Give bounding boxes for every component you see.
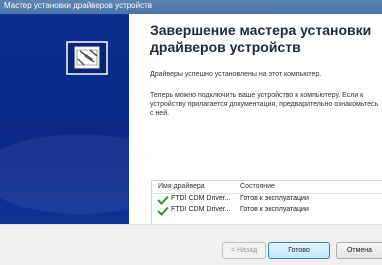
finish-button[interactable]: Готово — [268, 242, 330, 259]
install-wizard-icon — [66, 41, 108, 75]
table-header: Имя драйвера Состояние — [152, 181, 382, 194]
wizard-footer: < Назад Готово Отмена — [0, 224, 382, 265]
column-header-status: Состояние — [240, 183, 275, 190]
side-panel-decoration — [0, 134, 129, 214]
wizard-side-panel — [0, 14, 129, 224]
wizard-content: Завершение мастера установки драйверов у… — [129, 14, 382, 226]
table-row: FTDI CDM Driver... Готов к эксплуатации — [152, 205, 382, 216]
title-bar[interactable]: Мастер установки драйверов устройств — [0, 0, 382, 14]
column-header-driver-name: Имя драйвера — [158, 183, 205, 190]
drivers-table: Имя драйвера Состояние FTDI CDM Driver..… — [151, 180, 382, 226]
checkmark-icon — [157, 206, 169, 216]
back-button[interactable]: < Назад — [222, 242, 266, 259]
cancel-button[interactable]: Отмена — [336, 242, 382, 259]
table-row: FTDI CDM Driver... Готов к эксплуатации — [152, 194, 382, 205]
install-success-text: Драйверы успешно установлены на этот ком… — [150, 71, 322, 78]
page-title: Завершение мастера установки драйверов у… — [150, 22, 372, 55]
checkmark-icon — [157, 195, 169, 205]
driver-status: Готов к эксплуатации — [240, 195, 309, 202]
driver-status: Готов к эксплуатации — [240, 206, 309, 213]
connect-device-text: Теперь можно подключить ваше устройство … — [150, 92, 379, 117]
driver-name: FTDI CDM Driver... — [171, 206, 231, 213]
window-title: Мастер установки драйверов устройств — [4, 1, 153, 10]
driver-name: FTDI CDM Driver... — [171, 195, 231, 202]
